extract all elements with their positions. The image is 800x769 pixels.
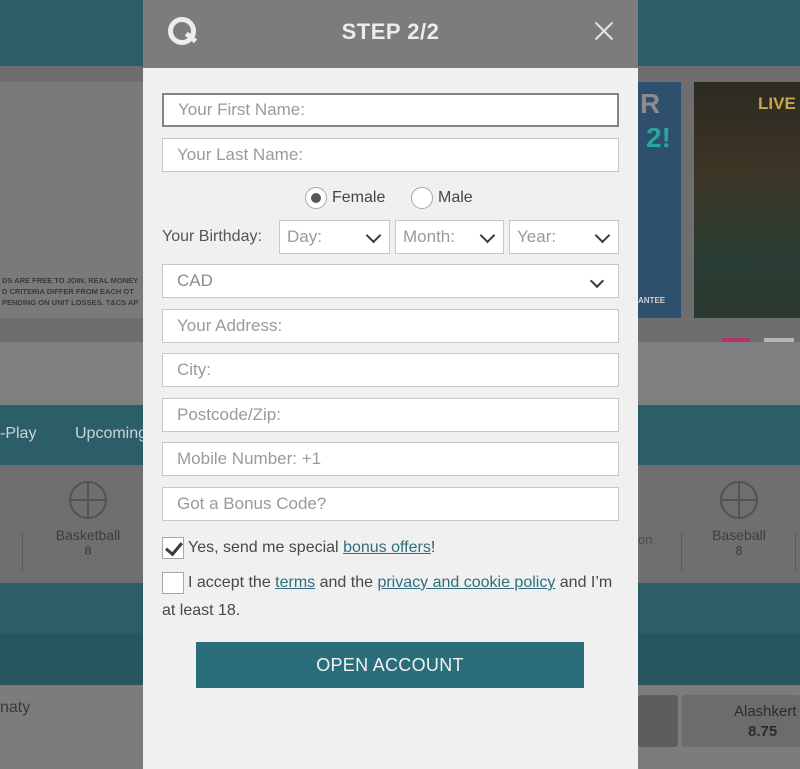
terms-label: I accept the terms and the privacy and c… xyxy=(162,574,613,619)
divider xyxy=(795,532,796,572)
city-input[interactable] xyxy=(162,353,619,387)
sport-label-fragment: on xyxy=(638,532,653,547)
promo-banner-live-casino: LIVE xyxy=(694,82,800,318)
gender-male-label: Male xyxy=(438,189,473,206)
first-name-input[interactable] xyxy=(162,93,619,127)
promo-banner-right: R 2! ANTEE xyxy=(638,82,681,318)
basketball-icon xyxy=(69,481,107,519)
gender-male-radio[interactable] xyxy=(411,187,433,209)
address-input[interactable] xyxy=(162,309,619,343)
modal-title: STEP 2/2 xyxy=(341,19,440,44)
sport-basketball: Basketball 8 xyxy=(48,481,128,558)
postcode-input[interactable] xyxy=(162,398,619,432)
open-account-button[interactable]: OPEN ACCOUNT xyxy=(196,642,584,688)
bonus-code-input[interactable] xyxy=(162,487,619,521)
birthday-label: Your Birthday: xyxy=(162,228,262,245)
chevron-down-icon xyxy=(479,227,496,244)
sport-baseball: Baseball 8 xyxy=(699,481,779,558)
gender-female-label: Female xyxy=(332,189,386,206)
odds-button: Alashkert 8.75 xyxy=(682,695,800,747)
registration-modal: STEP 2/2 Female Male Your Birthday: Day:… xyxy=(143,0,638,769)
birthday-day-select[interactable]: Day: xyxy=(279,220,390,254)
modal-header: STEP 2/2 xyxy=(143,0,638,68)
gender-female-radio[interactable] xyxy=(305,187,327,209)
birthday-month-select[interactable]: Month: xyxy=(395,220,504,254)
divider xyxy=(681,532,682,572)
birthday-year-select[interactable]: Year: xyxy=(509,220,619,254)
chevron-down-icon xyxy=(589,273,605,289)
bonus-offers-link[interactable]: bonus offers xyxy=(343,539,431,556)
terms-link[interactable]: terms xyxy=(275,574,315,591)
privacy-policy-link[interactable]: privacy and cookie policy xyxy=(377,574,555,591)
bonus-offers-label: Yes, send me special bonus offers! xyxy=(188,539,436,556)
last-name-input[interactable] xyxy=(162,138,619,172)
currency-select[interactable]: CAD xyxy=(162,264,619,298)
nav-item-in-play: -Play xyxy=(0,425,37,442)
promo-fine-print: DS ARE FREE TO JOIN. REAL MONEY D CRITER… xyxy=(2,276,139,307)
close-icon[interactable] xyxy=(594,21,614,41)
match-team-name: naty xyxy=(0,699,31,716)
bonus-offers-checkbox[interactable] xyxy=(162,537,184,559)
chevron-down-icon xyxy=(365,227,382,244)
promo-banner-left: DS ARE FREE TO JOIN. REAL MONEY D CRITER… xyxy=(0,82,143,318)
nav-item-upcoming: Upcoming xyxy=(75,425,148,442)
mobile-number-input[interactable] xyxy=(162,442,619,476)
divider xyxy=(22,532,23,572)
baseball-icon xyxy=(720,481,758,519)
chevron-down-icon xyxy=(594,227,611,244)
odds-button xyxy=(638,695,678,747)
